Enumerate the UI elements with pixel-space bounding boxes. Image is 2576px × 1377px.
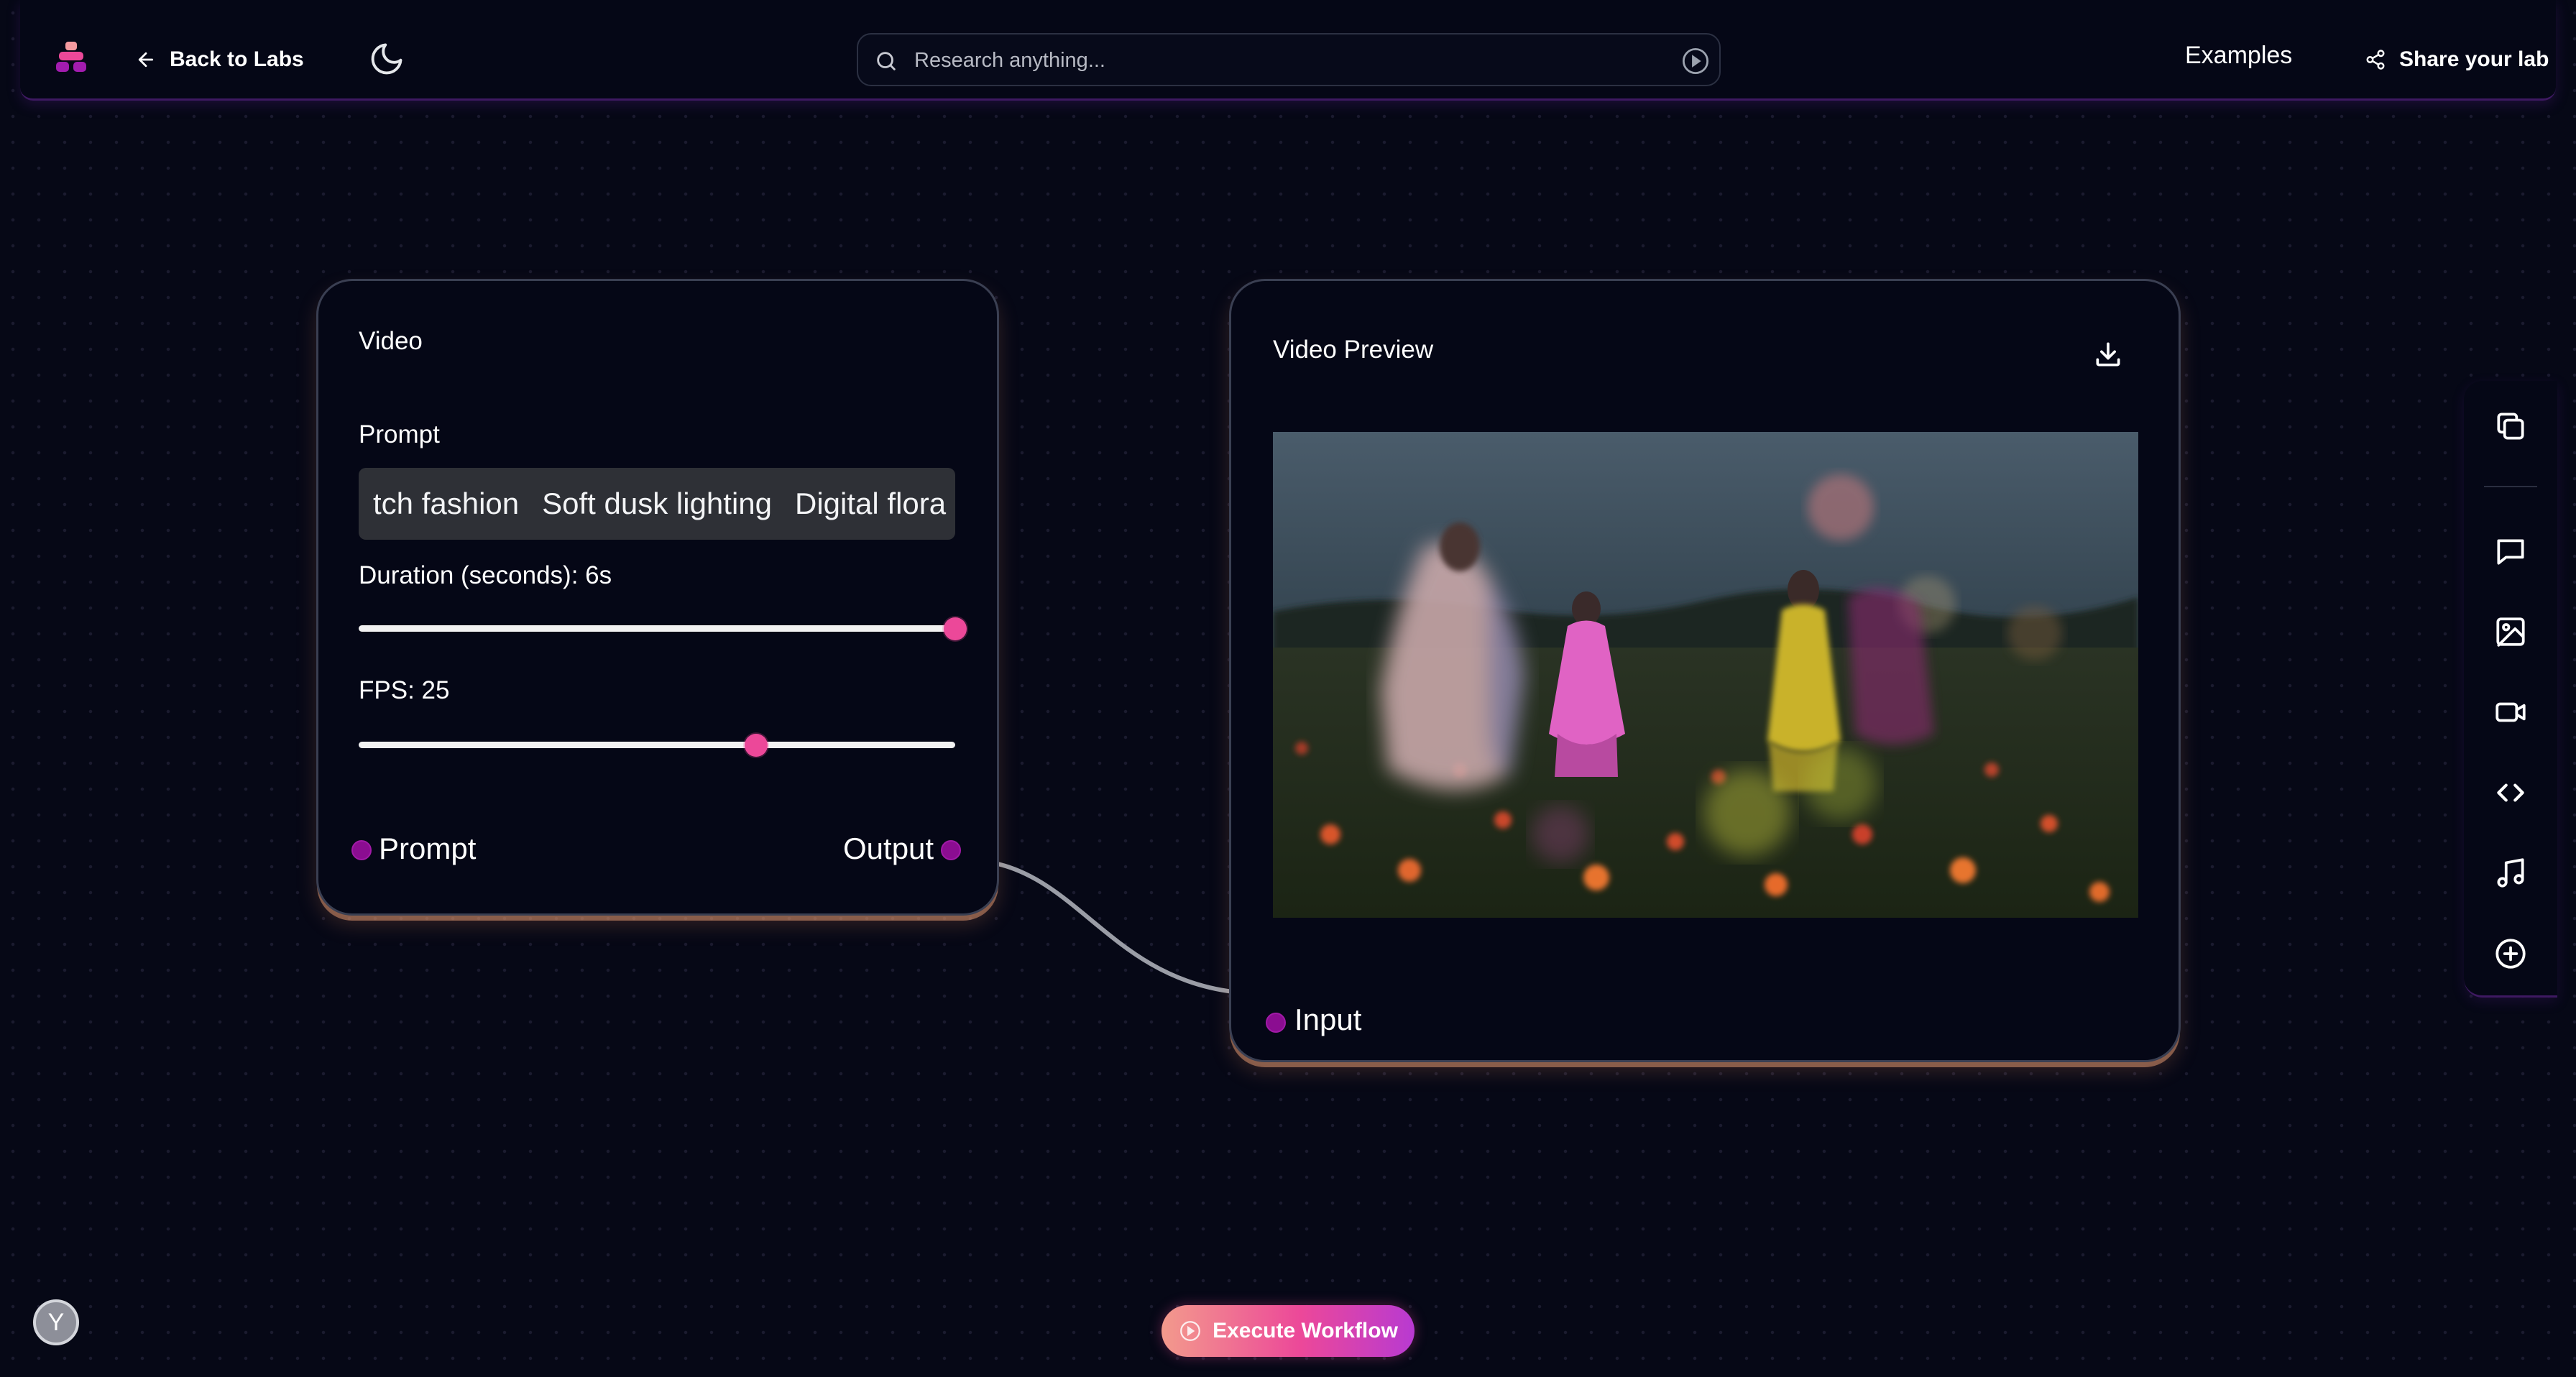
copy-icon[interactable] [2493, 408, 2529, 444]
video-node-title: Video [359, 327, 423, 355]
input-port-label: Input [1294, 1003, 1362, 1036]
video-node[interactable]: Video Prompt tch fashion Soft dusk light… [316, 279, 999, 916]
prompt-chip-scroller[interactable]: tch fashion Soft dusk lighting Digital f… [359, 468, 955, 540]
chat-icon[interactable] [2493, 533, 2529, 569]
back-to-labs-label: Back to Labs [170, 47, 304, 71]
music-icon[interactable] [2493, 855, 2529, 891]
share-icon [2366, 50, 2385, 70]
examples-link[interactable]: Examples [2185, 42, 2292, 70]
prompt-chip[interactable]: tch fashion [373, 487, 519, 521]
fps-label: FPS: 25 [359, 676, 450, 704]
slider-track [359, 742, 955, 748]
video-preview-node[interactable]: Video Preview Input [1229, 279, 2181, 1062]
output-port[interactable] [941, 840, 961, 860]
user-avatar[interactable]: Y [33, 1299, 79, 1345]
video-preview-title: Video Preview [1273, 336, 1434, 364]
slider-track [359, 625, 955, 632]
search-bar [857, 33, 1721, 86]
toolbar-divider [2484, 486, 2537, 487]
top-bar: Back to Labs Examples Share your lab [20, 0, 2556, 101]
duration-slider[interactable] [359, 617, 967, 640]
prompt-port-label: Prompt [379, 832, 477, 865]
share-lab-label: Share your lab [2399, 47, 2549, 71]
output-port-label: Output [843, 832, 934, 865]
connection-edge [997, 862, 1234, 994]
execute-workflow-label: Execute Workflow [1213, 1319, 1398, 1343]
video-frame-image [1273, 432, 2138, 918]
play-circle-icon [1180, 1321, 1200, 1341]
search-icon [877, 52, 896, 70]
arrow-left-icon [138, 52, 154, 68]
duration-label: Duration (seconds): 6s [359, 561, 612, 589]
preview-input-port[interactable] [1266, 1013, 1286, 1033]
share-lab-button[interactable]: Share your lab [2365, 36, 2549, 83]
video-player[interactable] [1273, 432, 2138, 918]
search-input[interactable] [914, 42, 1647, 79]
fps-slider[interactable] [359, 734, 955, 757]
app-logo-icon[interactable] [53, 40, 89, 75]
prompt-chip[interactable]: Soft dusk lighting [542, 487, 772, 521]
moon-icon[interactable] [368, 40, 405, 78]
download-icon[interactable] [2092, 339, 2124, 370]
code-icon[interactable] [2493, 775, 2529, 811]
back-to-labs-button[interactable]: Back to Labs [135, 29, 304, 91]
execute-workflow-button[interactable]: Execute Workflow [1162, 1305, 1414, 1357]
slider-thumb[interactable] [745, 734, 768, 757]
play-circle-icon[interactable] [1680, 46, 1711, 76]
add-circle-icon[interactable] [2493, 936, 2529, 972]
video-camera-icon[interactable] [2493, 694, 2529, 730]
slider-thumb[interactable] [944, 617, 967, 640]
prompt-chip[interactable]: Digital flora [795, 487, 946, 521]
right-toolbar [2464, 381, 2557, 998]
image-icon[interactable] [2493, 614, 2529, 650]
prompt-label: Prompt [359, 420, 440, 448]
prompt-input-port[interactable] [351, 840, 372, 860]
